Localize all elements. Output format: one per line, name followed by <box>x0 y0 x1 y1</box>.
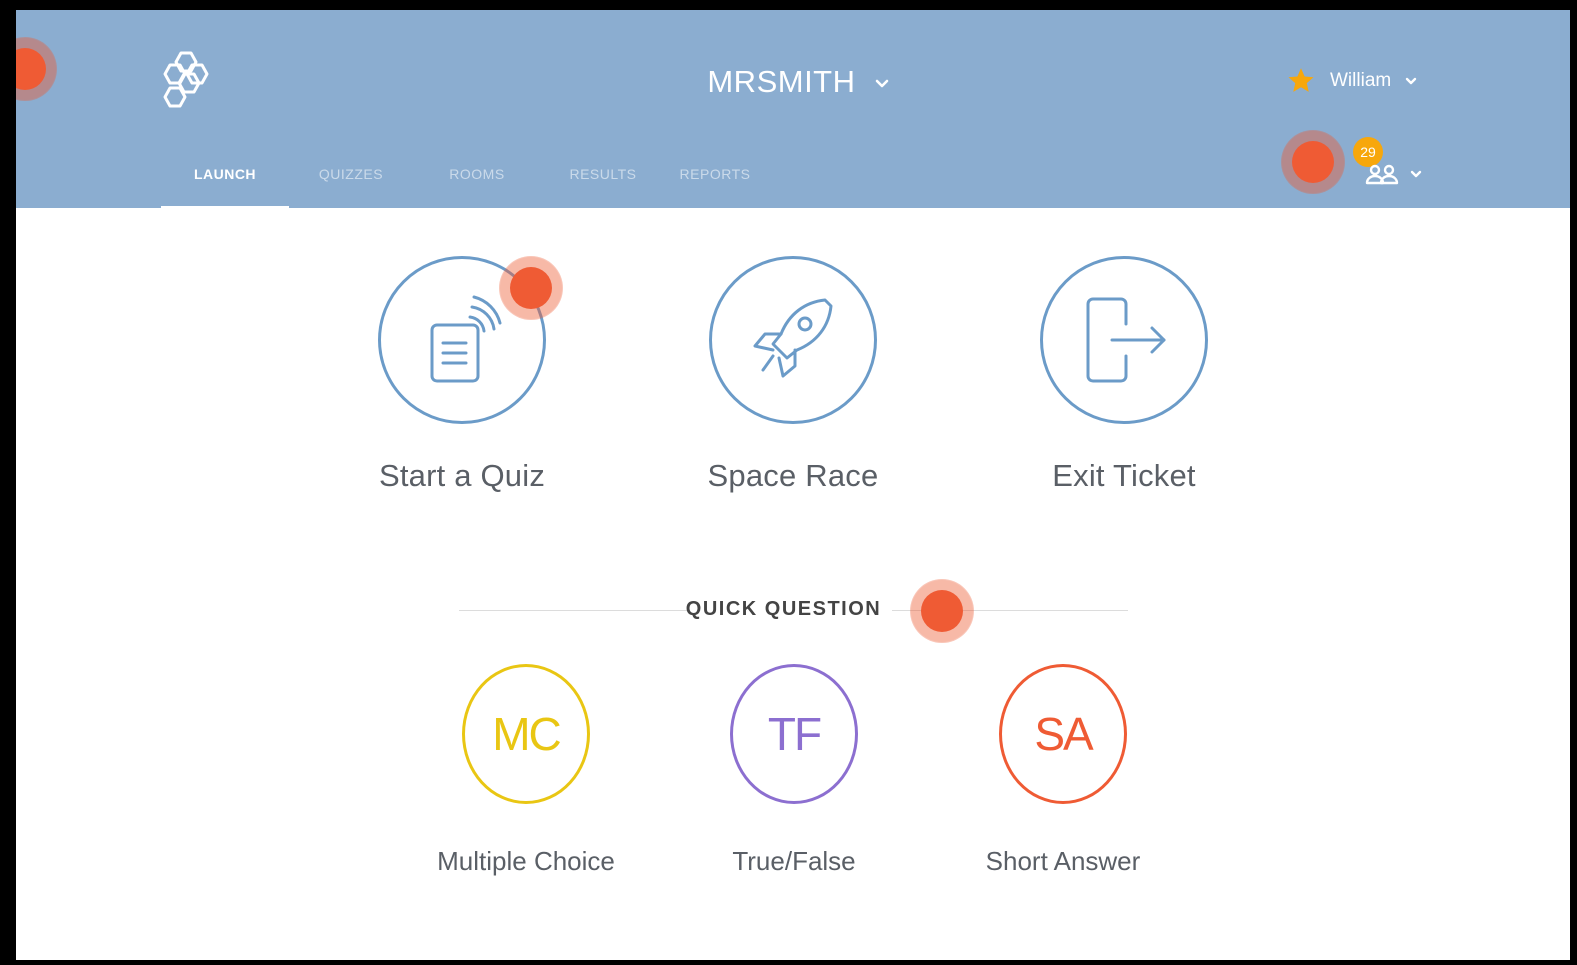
tab-label: REPORTS <box>679 166 751 182</box>
top-navigation-bar: MRSMITH William LAUNCH QUIZZES ROOMS RES… <box>16 10 1570 209</box>
tutorial-hotspot[interactable] <box>921 590 963 632</box>
tutorial-hotspot[interactable] <box>1292 141 1334 183</box>
rocket-icon <box>753 298 833 378</box>
tab-launch[interactable]: LAUNCH <box>161 166 289 209</box>
tab-label: QUIZZES <box>318 166 384 182</box>
tab-rooms[interactable]: ROOMS <box>413 166 541 206</box>
tab-label: ROOMS <box>449 166 505 182</box>
people-icon[interactable] <box>1365 163 1399 187</box>
multiple-choice-label: Multiple Choice <box>437 846 615 876</box>
exit-door-icon <box>1086 297 1166 383</box>
class-selector[interactable]: MRSMITH <box>688 64 908 100</box>
quick-question-heading: QUICK QUESTION <box>685 598 882 620</box>
tutorial-hotspot[interactable] <box>510 267 552 309</box>
star-icon <box>1288 68 1314 92</box>
start-quiz-label: Start a Quiz <box>378 458 546 493</box>
class-name: MRSMITH <box>707 64 856 99</box>
divider <box>459 610 687 611</box>
multiple-choice-button[interactable]: MC <box>462 664 590 804</box>
tab-reports[interactable]: REPORTS <box>665 166 765 206</box>
short-answer-label: Short Answer <box>985 846 1141 876</box>
tab-quizzes[interactable]: QUIZZES <box>289 166 413 206</box>
start-quiz-option[interactable]: Start a Quiz <box>332 256 592 494</box>
space-race-label: Space Race <box>707 458 879 493</box>
main-tabs: LAUNCH QUIZZES ROOMS RESULTS REPORTS <box>161 166 765 209</box>
true-false-option[interactable]: TF True/False <box>664 664 924 877</box>
short-answer-button[interactable]: SA <box>999 664 1127 804</box>
app-window: MRSMITH William LAUNCH QUIZZES ROOMS RES… <box>16 10 1570 960</box>
multiple-choice-abbr: MC <box>492 708 562 760</box>
chevron-down-icon <box>875 79 888 88</box>
quiz-document-icon <box>430 295 502 383</box>
tab-results[interactable]: RESULTS <box>541 166 665 206</box>
true-false-label: True/False <box>732 846 856 876</box>
chevron-down-icon <box>1406 77 1417 84</box>
exit-ticket-option[interactable]: Exit Ticket <box>994 256 1254 494</box>
tab-label: RESULTS <box>569 166 637 182</box>
exit-ticket-label: Exit Ticket <box>1052 458 1196 493</box>
user-name: William <box>1330 70 1392 91</box>
tab-label: LAUNCH <box>193 166 257 182</box>
exit-ticket-button[interactable] <box>1040 256 1208 424</box>
multiple-choice-option[interactable]: MC Multiple Choice <box>396 664 656 877</box>
hexagon-logo-icon[interactable] <box>159 50 211 112</box>
short-answer-option[interactable]: SA Short Answer <box>933 664 1193 877</box>
true-false-abbr: TF <box>767 708 822 760</box>
chevron-down-icon[interactable] <box>1410 170 1422 179</box>
space-race-option[interactable]: Space Race <box>663 256 923 494</box>
user-menu[interactable]: William <box>1286 66 1417 96</box>
true-false-button[interactable]: TF <box>730 664 858 804</box>
short-answer-abbr: SA <box>1034 708 1093 760</box>
space-race-button[interactable] <box>709 256 877 424</box>
